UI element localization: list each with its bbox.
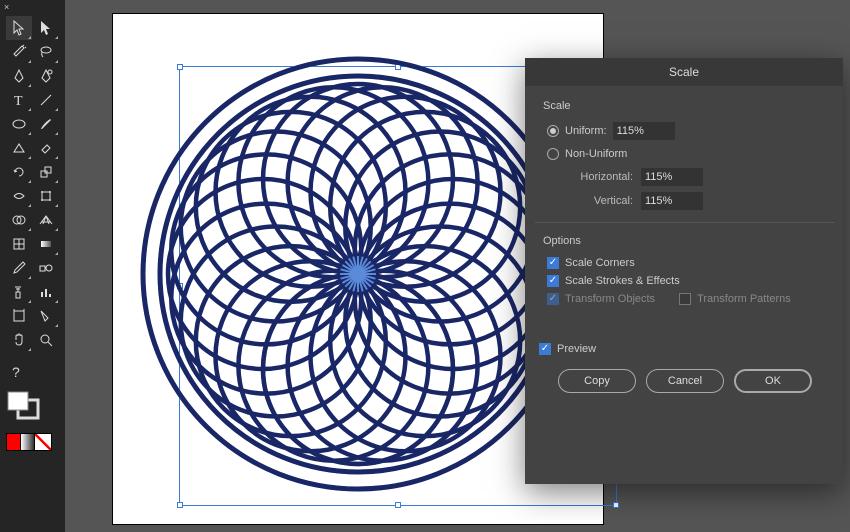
uniform-radio[interactable]	[547, 125, 559, 137]
scale-tool[interactable]	[33, 160, 59, 184]
scale-corners-row[interactable]: Scale Corners	[547, 257, 827, 269]
scale-section-label: Scale	[543, 100, 827, 112]
scale-strokes-checkbox[interactable]	[547, 275, 559, 287]
panel-close-bar[interactable]: ×	[0, 0, 65, 14]
symbol-sprayer-tool[interactable]	[6, 280, 32, 304]
width-tool[interactable]	[6, 184, 32, 208]
rectangle-tool[interactable]	[6, 112, 32, 136]
shape-builder-tool[interactable]	[6, 208, 32, 232]
slice-tool[interactable]	[33, 304, 59, 328]
nonuniform-label: Non-Uniform	[565, 148, 627, 160]
horizontal-label: Horizontal:	[561, 171, 633, 183]
resize-handle-br[interactable]	[613, 502, 619, 508]
direct-selection-tool[interactable]	[33, 16, 59, 40]
copy-button[interactable]: Copy	[558, 369, 636, 393]
transform-objects-label: Transform Objects	[565, 293, 655, 305]
transform-patterns-label: Transform Patterns	[697, 293, 791, 305]
lasso-tool[interactable]	[33, 40, 59, 64]
column-graph-tool[interactable]	[33, 280, 59, 304]
horizontal-input[interactable]	[641, 168, 703, 186]
scale-corners-checkbox[interactable]	[547, 257, 559, 269]
color-mode-row	[0, 429, 65, 455]
nonuniform-radio[interactable]	[547, 148, 559, 160]
type-tool[interactable]: T	[6, 88, 32, 112]
preview-label: Preview	[557, 343, 596, 355]
shaper-tool[interactable]	[6, 136, 32, 160]
close-icon[interactable]: ×	[4, 2, 9, 12]
gradient-tool[interactable]	[33, 232, 59, 256]
pen-tool[interactable]	[6, 64, 32, 88]
resize-handle-bm[interactable]	[395, 502, 401, 508]
eraser-tool[interactable]	[33, 136, 59, 160]
resize-handle-tm[interactable]	[395, 64, 401, 70]
transform-objects-checkbox	[547, 293, 559, 305]
fill-stroke-proxy[interactable]	[0, 386, 65, 429]
cancel-button[interactable]: Cancel	[646, 369, 724, 393]
resize-handle-ml[interactable]	[177, 283, 183, 289]
zoom-tool[interactable]	[33, 328, 59, 352]
ok-button[interactable]: OK	[734, 369, 812, 393]
paintbrush-tool[interactable]	[33, 112, 59, 136]
transform-objects-row: Transform Objects Transform Patterns	[547, 293, 827, 305]
svg-text:T: T	[14, 94, 23, 108]
resize-handle-bl[interactable]	[177, 502, 183, 508]
vertical-input[interactable]	[641, 192, 703, 210]
preview-row[interactable]: Preview	[539, 343, 827, 355]
scale-strokes-row[interactable]: Scale Strokes & Effects	[547, 275, 827, 287]
tools-grid: T ?	[0, 14, 65, 386]
help-tool[interactable]: ?	[6, 360, 59, 384]
scale-dialog: Scale Scale Uniform: Non-Uniform Horizon…	[525, 58, 843, 484]
preview-checkbox[interactable]	[539, 343, 551, 355]
tools-panel: × T ?	[0, 0, 65, 532]
uniform-label: Uniform:	[565, 125, 607, 137]
nonuniform-radio-row[interactable]: Non-Uniform	[547, 148, 827, 160]
scale-strokes-label: Scale Strokes & Effects	[565, 275, 680, 287]
perspective-grid-tool[interactable]	[33, 208, 59, 232]
line-tool[interactable]	[33, 88, 59, 112]
rotate-tool[interactable]	[6, 160, 32, 184]
none-swatch[interactable]	[34, 433, 52, 451]
uniform-radio-row[interactable]: Uniform:	[547, 122, 827, 140]
blend-tool[interactable]	[33, 256, 59, 280]
artboard-tool[interactable]	[6, 304, 32, 328]
mesh-tool[interactable]	[6, 232, 32, 256]
dialog-title: Scale	[525, 58, 843, 86]
vertical-label: Vertical:	[561, 195, 633, 207]
free-transform-tool[interactable]	[33, 184, 59, 208]
magic-wand-tool[interactable]	[6, 40, 32, 64]
resize-handle-tl[interactable]	[177, 64, 183, 70]
hand-tool[interactable]	[6, 328, 32, 352]
transform-patterns-checkbox	[679, 293, 691, 305]
options-section-label: Options	[543, 235, 827, 247]
eyedropper-tool[interactable]	[6, 256, 32, 280]
uniform-input[interactable]	[613, 122, 675, 140]
scale-corners-label: Scale Corners	[565, 257, 635, 269]
curvature-tool[interactable]	[33, 64, 59, 88]
selection-tool[interactable]	[6, 16, 32, 40]
